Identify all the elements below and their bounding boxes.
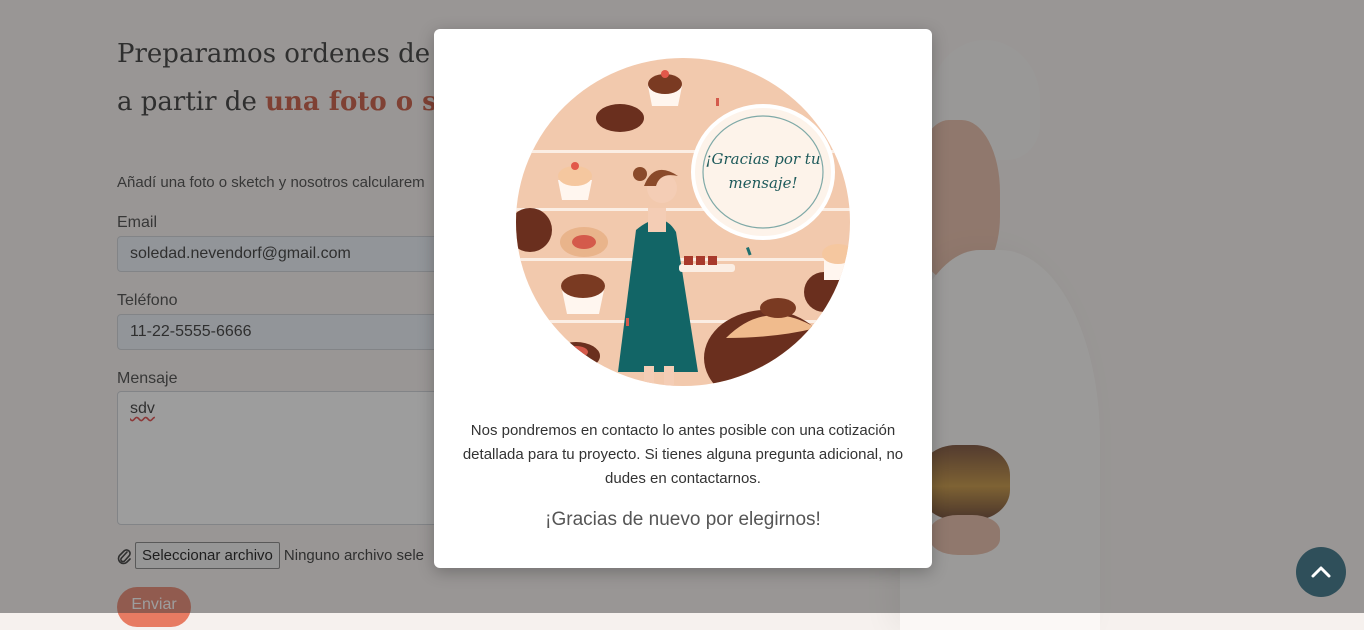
svg-text:mensaje!: mensaje! bbox=[729, 174, 798, 192]
thank-you-modal: ¡Gracias por tu mensaje! Nos pondremos e… bbox=[434, 29, 932, 568]
modal-message: Nos pondremos en contacto lo antes posib… bbox=[462, 422, 904, 487]
modal-thanks: ¡Gracias de nuevo por elegirnos! bbox=[545, 509, 821, 530]
chevron-up-icon bbox=[1311, 566, 1331, 578]
svg-text:¡Gracias por tu: ¡Gracias por tu bbox=[706, 150, 821, 168]
thank-you-illustration: ¡Gracias por tu mensaje! bbox=[516, 58, 850, 386]
scroll-top-button[interactable] bbox=[1296, 547, 1346, 597]
